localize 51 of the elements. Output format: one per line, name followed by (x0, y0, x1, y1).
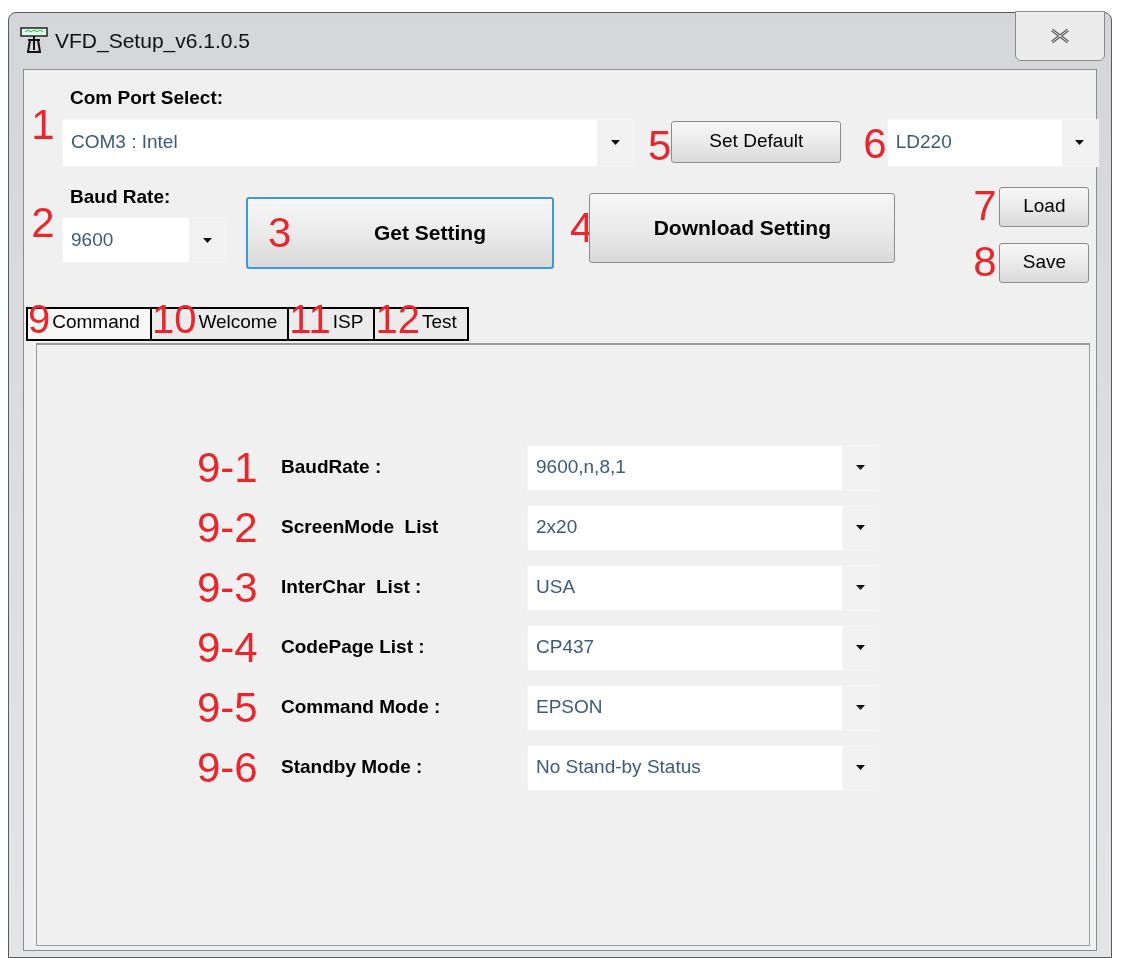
annotation-number: 5 (648, 124, 672, 167)
dropdown[interactable]: COM3 : Intel (62, 118, 634, 167)
dropdown[interactable]: CP437 (527, 624, 879, 671)
dropdown[interactable]: 2x20 (527, 504, 879, 551)
field-label: Com Port Select: (70, 86, 225, 110)
field-label: CodePage List : (281, 635, 425, 660)
field-label: Command Mode : (281, 695, 441, 720)
field-label: Standby Mode : (281, 755, 423, 780)
button[interactable]: Save (999, 242, 1090, 283)
button[interactable]: Download Setting (589, 192, 896, 263)
annotation-number: 1 (30, 104, 56, 147)
annotation-number: 6 (863, 122, 887, 165)
annotation-number: 7 (973, 184, 998, 227)
close-button[interactable] (1015, 11, 1105, 61)
caret-icon (855, 465, 865, 470)
annotation-number: 9-6 (197, 746, 259, 789)
caret-icon (855, 525, 865, 530)
app-icon (19, 26, 49, 56)
caret-icon (855, 645, 865, 650)
field-label: InterChar List : (281, 575, 422, 600)
dropdown[interactable]: USA (527, 564, 879, 611)
window-title: VFD_Setup_v6.1.0.5 (55, 28, 250, 55)
tab[interactable]: 12 Test (373, 306, 469, 341)
caret-icon (855, 705, 865, 710)
caret-icon (855, 585, 865, 590)
caret-icon (855, 765, 865, 770)
dropdown[interactable]: EPSON (527, 684, 879, 731)
dropdown[interactable]: 9600,n,8,1 (527, 444, 879, 491)
field-label: Baud Rate: (70, 184, 172, 209)
dropdown[interactable]: 9600 (62, 217, 226, 263)
caret-icon (1075, 140, 1085, 145)
caret-icon (202, 237, 212, 243)
annotation-number: 9-2 (197, 506, 259, 549)
caret-icon (610, 140, 620, 145)
tab[interactable]: 10Welcome (149, 306, 290, 341)
annotation-number: 2 (30, 201, 56, 244)
dropdown[interactable]: No Stand-by Status (527, 744, 879, 791)
field-label: BaudRate : (281, 455, 382, 480)
close-icon (1049, 28, 1071, 44)
annotation-number: 9-5 (197, 686, 259, 729)
annotation-number: 9-4 (197, 626, 259, 669)
dropdown[interactable]: LD220 (886, 118, 1099, 167)
tab[interactable]: 9 Command (26, 306, 152, 341)
annotation-number: 9-1 (197, 446, 259, 489)
annotation-number: 3 (268, 211, 292, 254)
tab[interactable]: 11 ISP (287, 306, 376, 341)
field-label: ScreenMode List (281, 515, 439, 540)
button[interactable]: Set Default (671, 120, 842, 163)
annotation-number: 8 (973, 240, 998, 283)
annotation-number: 9-3 (197, 566, 259, 609)
button[interactable]: Load (999, 186, 1090, 227)
